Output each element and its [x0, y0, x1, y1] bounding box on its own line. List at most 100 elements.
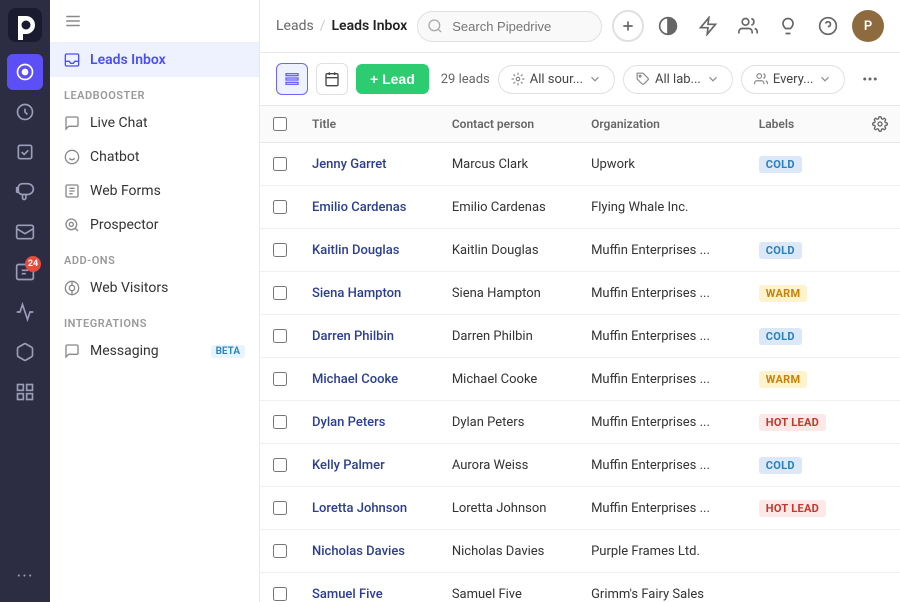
- row-org: Muffin Enterprises ...: [579, 272, 747, 315]
- row-actions-cell: ···: [854, 487, 900, 530]
- row-title[interactable]: Jenny Garret: [300, 143, 440, 186]
- row-title[interactable]: Loretta Johnson: [300, 487, 440, 530]
- row-title[interactable]: Kelly Palmer: [300, 444, 440, 487]
- row-actions-cell: ···: [854, 272, 900, 315]
- row-checkbox[interactable]: [273, 458, 287, 472]
- beta-badge: BETA: [211, 345, 245, 358]
- table-row: Siena Hampton Siena Hampton Muffin Enter…: [260, 272, 900, 315]
- row-checkbox[interactable]: [273, 200, 287, 214]
- col-title: Title: [300, 106, 440, 143]
- row-title[interactable]: Michael Cooke: [300, 358, 440, 401]
- people-icon: [754, 72, 768, 86]
- toolbar: + Lead 29 leads All sour... All lab... E…: [260, 53, 900, 106]
- settings-icon[interactable]: [872, 116, 888, 132]
- sidebar-item-live-chat[interactable]: Live Chat: [50, 106, 259, 140]
- row-title[interactable]: Nicholas Davies: [300, 530, 440, 573]
- nav-tasks[interactable]: [7, 134, 43, 170]
- row-checkbox[interactable]: [273, 157, 287, 171]
- help-button[interactable]: [812, 10, 844, 42]
- row-more-btn[interactable]: ···: [866, 325, 888, 347]
- lightning-button[interactable]: [692, 10, 724, 42]
- sidebar-item-leads-inbox[interactable]: Leads Inbox: [50, 43, 259, 77]
- user-avatar[interactable]: P: [852, 10, 884, 42]
- sidebar-item-web-forms[interactable]: Web Forms: [50, 174, 259, 208]
- nav-deals[interactable]: [7, 94, 43, 130]
- calendar-view-button[interactable]: [316, 63, 348, 95]
- nav-chart[interactable]: [7, 294, 43, 330]
- row-more-btn[interactable]: ···: [866, 239, 888, 261]
- row-checkbox[interactable]: [273, 501, 287, 515]
- row-more-btn[interactable]: ···: [866, 540, 888, 562]
- users-button[interactable]: [732, 10, 764, 42]
- row-more-btn[interactable]: ···: [866, 497, 888, 519]
- row-checkbox[interactable]: [273, 544, 287, 558]
- row-actions-cell: ···: [854, 186, 900, 229]
- nav-leads[interactable]: [7, 54, 43, 90]
- row-contact: Kaitlin Douglas: [440, 229, 579, 272]
- sidebar-section-addons: ADD-ONS: [50, 242, 259, 271]
- row-title[interactable]: Dylan Peters: [300, 401, 440, 444]
- web-forms-icon: [64, 183, 80, 199]
- table-row: Jenny Garret Marcus Clark Upwork COLD ··…: [260, 143, 900, 186]
- chatbot-icon: [64, 149, 80, 165]
- nav-box[interactable]: [7, 334, 43, 370]
- row-checkbox-cell: [260, 186, 300, 229]
- row-more-btn[interactable]: ···: [866, 583, 888, 602]
- row-more-btn[interactable]: ···: [866, 368, 888, 390]
- row-checkbox[interactable]: [273, 286, 287, 300]
- sidebar-item-prospector[interactable]: Prospector: [50, 208, 259, 242]
- row-actions-cell: ···: [854, 573, 900, 602]
- bulb-icon: [778, 16, 798, 36]
- sidebar-item-label: Chatbot: [90, 149, 139, 165]
- sidebar-section-leadbooster: LEADBOOSTER: [50, 77, 259, 106]
- row-checkbox[interactable]: [273, 587, 287, 601]
- list-view-button[interactable]: [276, 63, 308, 95]
- row-contact: Aurora Weiss: [440, 444, 579, 487]
- theme-toggle[interactable]: [652, 10, 684, 42]
- row-more-btn[interactable]: ···: [866, 454, 888, 476]
- select-all-checkbox[interactable]: [273, 117, 287, 131]
- nav-grid[interactable]: [7, 374, 43, 410]
- filter-icon: [511, 72, 525, 86]
- sidebar-item-messaging[interactable]: Messaging BETA: [50, 334, 259, 368]
- sidebar-section-integrations: INTEGRATIONS: [50, 305, 259, 334]
- nav-mail[interactable]: [7, 214, 43, 250]
- row-more-btn[interactable]: ···: [866, 282, 888, 304]
- row-title[interactable]: Kaitlin Douglas: [300, 229, 440, 272]
- row-title[interactable]: Emilio Cardenas: [300, 186, 440, 229]
- add-lead-button[interactable]: + Lead: [356, 64, 429, 94]
- row-more-btn[interactable]: ···: [866, 153, 888, 175]
- bulb-button[interactable]: [772, 10, 804, 42]
- row-more-btn[interactable]: ···: [866, 411, 888, 433]
- sidebar-header[interactable]: [50, 0, 259, 43]
- filter-sources-label: All sour...: [530, 72, 583, 87]
- row-title[interactable]: Samuel Five: [300, 573, 440, 602]
- search-input[interactable]: [417, 11, 602, 42]
- chevron-down-icon-2: [706, 72, 720, 86]
- toolbar-more-button[interactable]: [856, 65, 884, 93]
- breadcrumb-parent: Leads: [276, 18, 314, 34]
- app-logo[interactable]: [8, 8, 42, 42]
- row-checkbox[interactable]: [273, 329, 287, 343]
- nav-more[interactable]: ···: [7, 558, 43, 594]
- nav-megaphone[interactable]: [7, 174, 43, 210]
- label-tag: WARM: [759, 371, 808, 388]
- row-title[interactable]: Siena Hampton: [300, 272, 440, 315]
- search-bar: [417, 11, 602, 42]
- filter-sources[interactable]: All sour...: [498, 65, 615, 94]
- filter-everyone[interactable]: Every...: [741, 65, 846, 94]
- sidebar-item-web-visitors[interactable]: Web Visitors: [50, 271, 259, 305]
- nav-contacts[interactable]: 24: [7, 254, 43, 290]
- row-title[interactable]: Darren Philbin: [300, 315, 440, 358]
- sidebar-item-label: Web Visitors: [90, 280, 168, 296]
- add-button[interactable]: [612, 10, 644, 42]
- row-checkbox[interactable]: [273, 415, 287, 429]
- row-actions-cell: ···: [854, 229, 900, 272]
- row-checkbox-cell: [260, 229, 300, 272]
- leads-table-container: Title Contact person Organization Labels…: [260, 106, 900, 602]
- filter-labels[interactable]: All lab...: [623, 65, 733, 94]
- row-checkbox[interactable]: [273, 372, 287, 386]
- row-more-btn[interactable]: ···: [866, 196, 888, 218]
- row-checkbox[interactable]: [273, 243, 287, 257]
- sidebar-item-chatbot[interactable]: Chatbot: [50, 140, 259, 174]
